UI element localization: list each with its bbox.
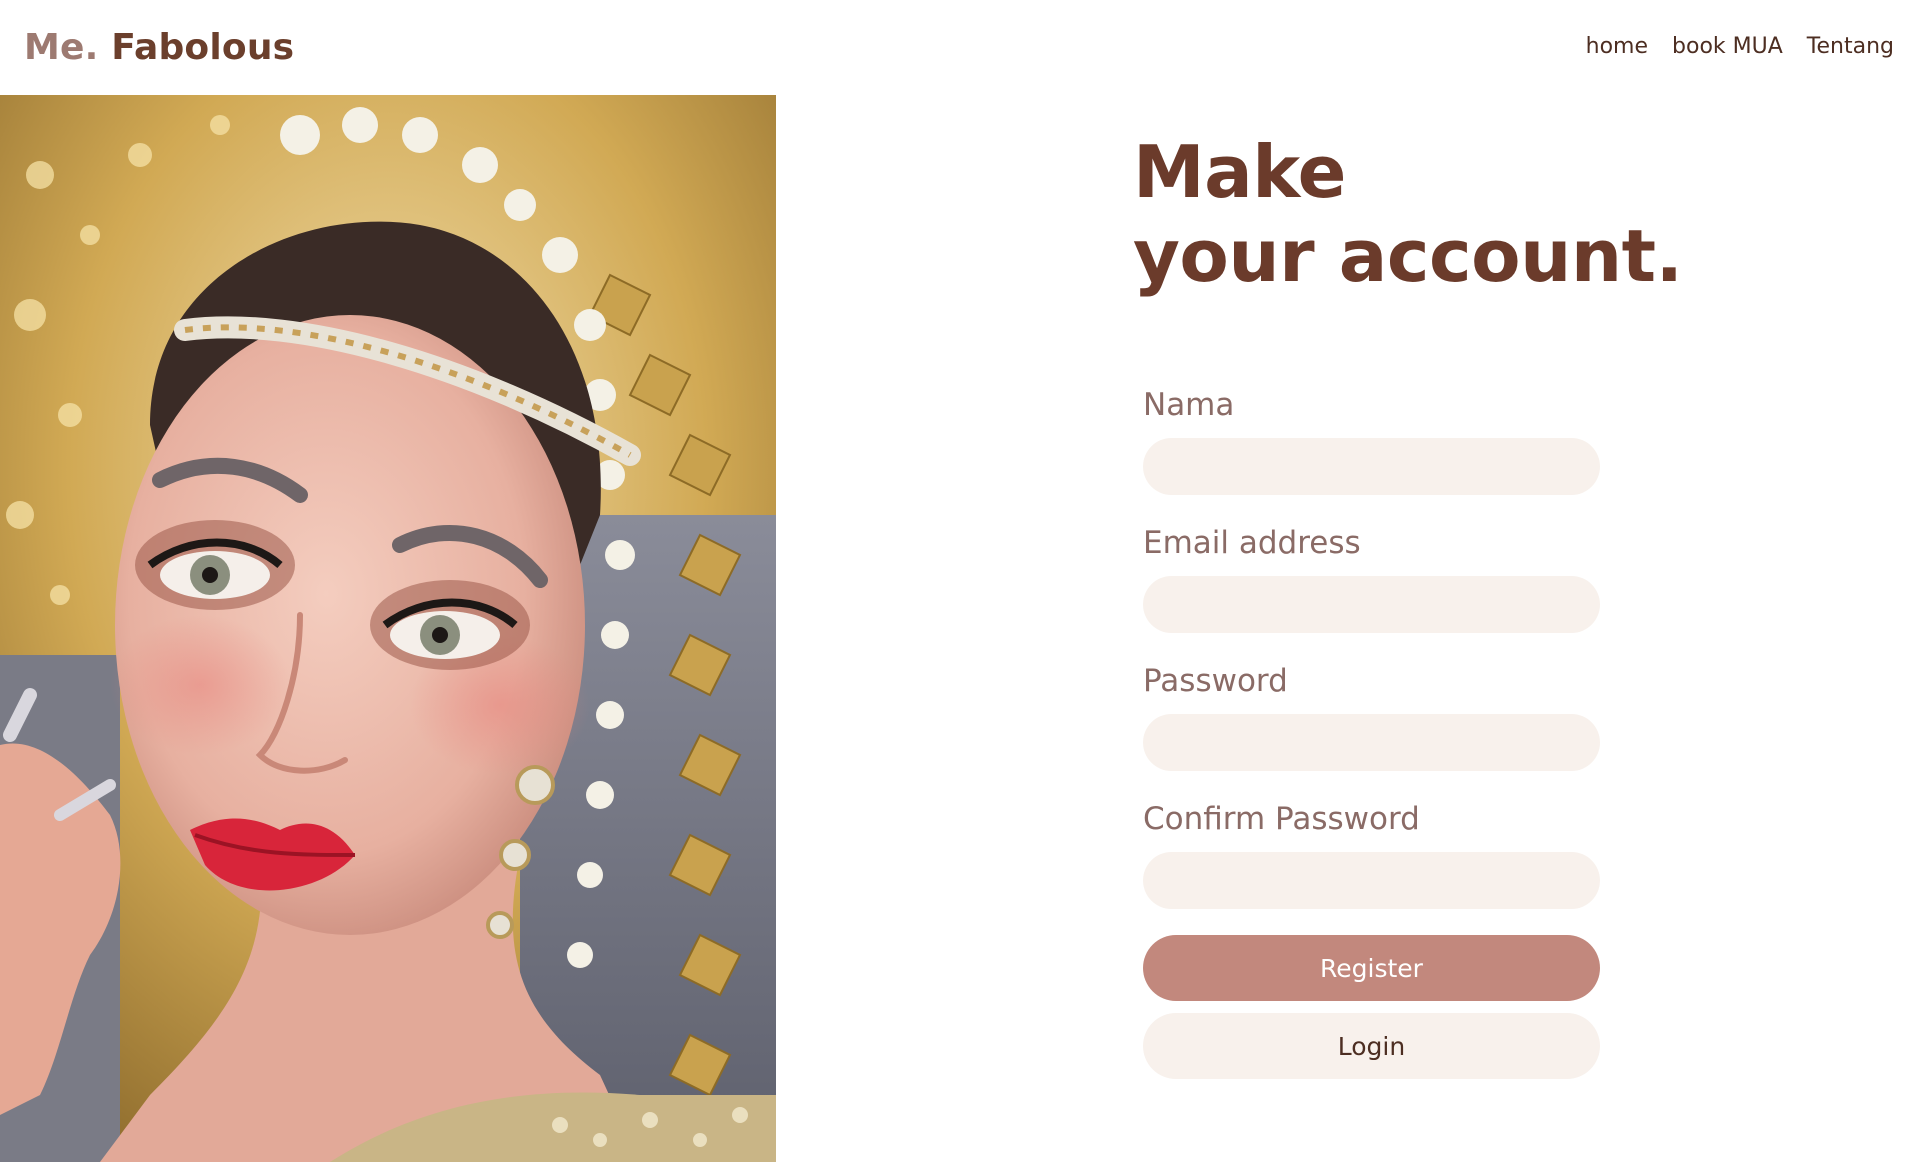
nav-links: home book MUA Tentang	[1586, 30, 1894, 64]
navbar: Me. Fabolous home book MUA Tentang	[0, 0, 1920, 95]
brand-logo[interactable]: Me. Fabolous	[24, 24, 294, 72]
brand-name: Fabolous	[111, 27, 295, 68]
email-input[interactable]	[1143, 576, 1600, 633]
nav-link-home[interactable]: home	[1586, 30, 1648, 64]
page-title-line-1: Make	[1133, 130, 1347, 214]
login-button[interactable]: Login	[1143, 1013, 1600, 1079]
register-button[interactable]: Register	[1143, 935, 1600, 1001]
page-title: Make your account.	[1133, 130, 1683, 298]
confirm-password-input[interactable]	[1143, 852, 1600, 909]
password-input[interactable]	[1143, 714, 1600, 771]
brand-prefix: Me.	[24, 27, 99, 68]
bride-portrait-image	[0, 95, 776, 1162]
nav-link-tentang[interactable]: Tentang	[1807, 30, 1894, 64]
email-label: Email address	[1143, 525, 1361, 561]
nama-input[interactable]	[1143, 438, 1600, 495]
password-label: Password	[1143, 663, 1288, 699]
nama-label: Nama	[1143, 387, 1235, 423]
page-title-line-2: your account.	[1133, 214, 1683, 298]
confirm-password-label: Confirm Password	[1143, 801, 1420, 837]
nav-link-book-mua[interactable]: book MUA	[1672, 30, 1783, 64]
